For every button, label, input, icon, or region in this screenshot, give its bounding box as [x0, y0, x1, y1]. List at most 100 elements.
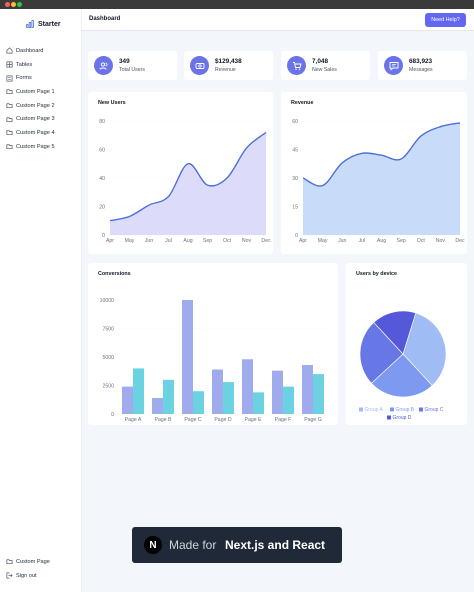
- bar: [133, 368, 144, 414]
- y-tick-label: 0: [102, 233, 105, 239]
- window-minimize-button[interactable]: [11, 2, 16, 7]
- y-tick-label: 60: [99, 148, 105, 154]
- x-tick-label: Jun: [145, 238, 153, 244]
- window-titlebar: [0, 0, 474, 9]
- y-tick-label: 7500: [102, 327, 114, 333]
- bar: [242, 359, 253, 414]
- area-fill: [303, 122, 460, 235]
- bar: [313, 374, 324, 414]
- x-tick-label: Nov: [242, 238, 252, 244]
- stat-value: 683,923: [409, 58, 433, 65]
- revenue-chart: 0 15 30 45 60 Apr May Jun Jul Aug Sep Oct Nov Dec: [292, 119, 465, 244]
- made-for-banner[interactable]: N Made for Next.js and React: [132, 527, 342, 563]
- bar: [163, 379, 174, 414]
- message-icon: [384, 56, 403, 75]
- sign-out-icon: [6, 572, 13, 579]
- sidebar-item-sign-out[interactable]: Sign out: [6, 569, 50, 583]
- bar: [212, 369, 223, 414]
- area-fill: [110, 132, 266, 235]
- stat-card-new-sales: 7,048 New Sales: [281, 51, 370, 80]
- x-tick-label: Page B: [154, 417, 172, 423]
- need-help-button[interactable]: Need Help?: [425, 13, 466, 27]
- x-tick-label: Page G: [304, 417, 322, 423]
- bar-chart-icon: [26, 20, 34, 28]
- bar: [302, 364, 313, 414]
- bar: [193, 391, 204, 414]
- legend-label: Group C: [425, 407, 444, 413]
- x-tick-label: Page E: [244, 417, 262, 423]
- x-tick-label: Apr: [106, 238, 114, 244]
- home-icon: [6, 47, 13, 54]
- x-tick-label: Page A: [125, 417, 142, 423]
- sidebar-item-custom-page-2[interactable]: Custom Page 2: [6, 99, 55, 113]
- stat-card-revenue: $129,438 Revenue: [184, 51, 273, 80]
- sidebar-item-tables[interactable]: Tables: [6, 58, 55, 72]
- stat-value: $129,438: [215, 58, 242, 65]
- sidebar-item-custom-page[interactable]: Custom Page: [6, 555, 50, 569]
- y-tick-label: 30: [292, 176, 298, 182]
- sidebar-item-dashboard[interactable]: Dashboard: [6, 44, 55, 58]
- window-zoom-button[interactable]: [17, 2, 22, 7]
- y-tick-label: 0: [295, 233, 298, 239]
- x-tick-label: Sep: [203, 238, 212, 244]
- sidebar: Starter Dashboard Tables Forms Custom Pa…: [0, 9, 82, 592]
- stat-value: 7,048: [312, 58, 328, 65]
- sidebar-item-label: Custom Page 1: [16, 88, 55, 95]
- y-tick-label: 10000: [100, 298, 115, 304]
- folder-icon: [6, 117, 13, 122]
- sidebar-item-label: Custom Page 2: [16, 102, 55, 109]
- sidebar-item-label: Custom Page 4: [16, 129, 55, 136]
- bar: [253, 392, 264, 414]
- x-tick-label: Oct: [223, 238, 232, 244]
- y-tick-label: 60: [292, 119, 298, 125]
- folder-icon: [6, 130, 13, 136]
- x-tick-label: Jul: [165, 238, 172, 244]
- x-tick-label: Page D: [214, 417, 232, 423]
- x-tick-label: Jun: [338, 238, 346, 244]
- y-tick-label: 0: [111, 412, 114, 418]
- new-users-card: New Users 0 20 40 60 80 Apr May Jun Jul Aug Sep Oct…: [88, 92, 273, 254]
- x-tick-label: Nov: [436, 238, 446, 244]
- sidebar-item-custom-page-5[interactable]: Custom Page 5: [6, 140, 55, 154]
- legend-label: Group B: [396, 407, 415, 413]
- y-tick-label: 2500: [102, 384, 114, 390]
- bar: [122, 386, 133, 414]
- x-tick-label: Aug: [377, 238, 386, 244]
- x-tick-label: May: [125, 238, 135, 244]
- sidebar-item-custom-page-3[interactable]: Custom Page 3: [6, 112, 55, 126]
- x-tick-label: Dec: [261, 238, 271, 244]
- bar: [283, 386, 294, 414]
- nextjs-logo-icon: N: [144, 536, 162, 554]
- x-tick-label: May: [318, 238, 328, 244]
- bar: [152, 398, 163, 414]
- y-tick-label: 80: [99, 119, 105, 125]
- sidebar-item-label: Sign out: [16, 572, 37, 579]
- form-icon: [6, 75, 13, 82]
- x-tick-label: Apr: [299, 238, 307, 244]
- legend-label: Group A: [365, 407, 384, 413]
- brand-logo[interactable]: Starter: [26, 20, 61, 28]
- y-tick-label: 15: [292, 205, 298, 211]
- sidebar-item-custom-page-4[interactable]: Custom Page 4: [6, 126, 55, 140]
- window-close-button[interactable]: [5, 2, 10, 7]
- bar: [223, 382, 234, 414]
- revenue-card: Revenue 0 15 30 45 60 Apr May Jun Jul Aug Sep Oct No…: [281, 92, 467, 254]
- conversions-chart: 0 2500 5000 7500 10000 Page A Page B Page C Page…: [100, 298, 328, 423]
- x-tick-label: Jul: [359, 238, 366, 244]
- sidebar-item-forms[interactable]: Forms: [6, 71, 55, 85]
- sidebar-item-label: Tables: [16, 61, 33, 68]
- x-tick-label: Page F: [275, 417, 292, 423]
- sidebar-item-custom-page-1[interactable]: Custom Page 1: [6, 85, 55, 99]
- folder-icon: [6, 559, 13, 565]
- table-icon: [6, 61, 13, 68]
- y-tick-label: 20: [99, 205, 105, 211]
- legend-swatch: [387, 415, 391, 420]
- stat-label: Messages: [409, 67, 433, 73]
- x-tick-label: Oct: [417, 238, 426, 244]
- folder-icon: [6, 103, 13, 109]
- sidebar-item-label: Dashboard: [16, 47, 44, 54]
- legend-swatch: [359, 407, 363, 412]
- cart-icon: [287, 56, 306, 75]
- sidebar-item-label: Custom Page 5: [16, 143, 55, 150]
- main-content: Dashboard Need Help? 349 Total Users $12…: [82, 9, 474, 592]
